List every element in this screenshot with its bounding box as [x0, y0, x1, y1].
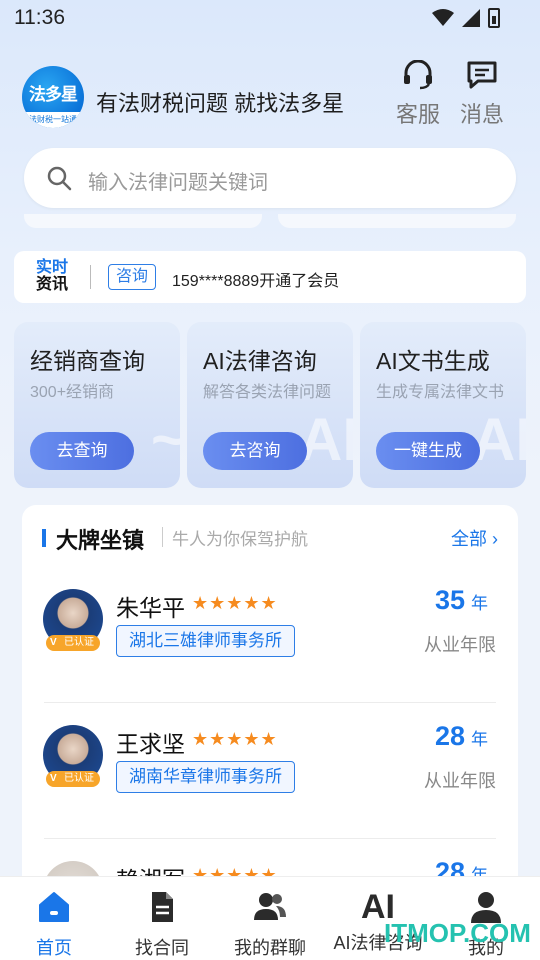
- card-title: AI文书生成: [376, 348, 490, 374]
- lawyer-item[interactable]: 已认证 王求坚 ★★★★★ 湖南华章律师事务所 28 年 从业年限: [22, 703, 518, 839]
- years-label: 从业年限: [424, 635, 496, 655]
- message-icon: [467, 61, 497, 89]
- verified-badge: 已认证: [46, 635, 100, 651]
- news-logo-line1: 实时: [36, 259, 69, 276]
- card-decoration: AI: [472, 406, 526, 473]
- app-slogan: 有法财税问题 就找法多星: [96, 91, 345, 116]
- battery-icon: [488, 8, 500, 28]
- law-firm-tag: 湖南华章律师事务所: [116, 761, 295, 793]
- section-subtitle: 牛人为你保驾护航: [172, 530, 308, 549]
- law-firm-tag: 湖北三雄律师事务所: [116, 625, 295, 657]
- section-title: 大牌坐镇: [56, 528, 145, 553]
- messages-label: 消息: [459, 102, 504, 127]
- tab-label: 我的群聊: [234, 938, 306, 958]
- ai-document-card[interactable]: AI AI文书生成 生成专属法律文书 一键生成: [360, 322, 526, 488]
- lawyer-name: 朱华平: [116, 595, 185, 621]
- logo-tagline: 法财税一站通: [22, 112, 84, 128]
- lawyer-item[interactable]: 已认证 朱华平 ★★★★★ 湖北三雄律师事务所 35 年 从业年限: [22, 567, 518, 703]
- news-divider: [90, 265, 91, 289]
- card-subtitle: 生成专属法律文书: [376, 384, 505, 401]
- status-bar: 11:36: [0, 0, 540, 36]
- customer-service-label: 客服: [395, 102, 440, 127]
- years-of-practice: 35 年: [435, 585, 488, 616]
- logo-text: 法多星: [29, 85, 78, 104]
- tab-label: 找合同: [135, 938, 189, 958]
- section-divider: [162, 527, 163, 547]
- rating-stars: ★★★★★: [192, 729, 278, 749]
- document-icon: [152, 892, 173, 922]
- search-placeholder: 输入法律问题关键词: [88, 172, 268, 194]
- verified-badge: 已认证: [46, 771, 100, 787]
- banner-edge-right: [278, 214, 516, 228]
- status-icons: [432, 8, 500, 28]
- section-accent-bar: [42, 529, 46, 547]
- wifi-icon: [432, 9, 454, 26]
- group-icon: [254, 893, 286, 920]
- rating-stars: ★★★★★: [192, 593, 278, 613]
- news-logo: 实时 资讯: [36, 259, 76, 293]
- years-value: 28: [434, 721, 465, 751]
- card-title: 经销商查询: [30, 348, 145, 374]
- banner-edge-left: [24, 214, 262, 228]
- tab-find-contract[interactable]: 找合同: [108, 889, 216, 960]
- app-header: 法多星 法财税一站通 有法财税问题 就找法多星 客服 消息: [22, 59, 518, 130]
- lawyer-name: 王求坚: [116, 731, 185, 757]
- chevron-right-icon: ›: [492, 529, 498, 549]
- search-icon: [47, 166, 72, 191]
- years-value: 35: [434, 585, 465, 615]
- card-decoration: AI: [299, 406, 353, 473]
- view-all-label: 全部: [450, 529, 487, 549]
- headset-icon: [404, 59, 432, 90]
- years-of-practice: 28 年: [435, 721, 488, 752]
- app-logo: 法多星 法财税一站通: [22, 66, 84, 128]
- tab-my-groups[interactable]: 我的群聊: [216, 889, 324, 960]
- signal-icon: [462, 9, 480, 27]
- card-subtitle: 300+经销商: [30, 384, 115, 401]
- news-logo-line2: 资讯: [36, 276, 69, 293]
- years-unit: 年: [471, 594, 488, 613]
- ai-legal-consult-card[interactable]: AI AI法律咨询 解答各类法律问题 去咨询: [187, 322, 353, 488]
- featured-lawyers-panel: 大牌坐镇 牛人为你保驾护航 全部 › 已认证 朱华平 ★★★★★ 湖北三雄律师事…: [22, 505, 518, 925]
- view-all-link[interactable]: 全部 ›: [451, 525, 498, 551]
- search-input[interactable]: 输入法律问题关键词: [24, 148, 516, 208]
- dealer-query-button[interactable]: 去查询: [30, 432, 134, 470]
- home-icon: [39, 892, 69, 922]
- watermark-text: ITMOP.COM: [384, 918, 531, 948]
- customer-service-button[interactable]: 客服: [394, 59, 442, 129]
- card-subtitle: 解答各类法律问题: [203, 384, 332, 401]
- news-text: 159****8889开通了会员: [172, 273, 340, 290]
- card-decoration: ~: [150, 406, 180, 473]
- years-unit: 年: [471, 730, 488, 749]
- tab-label: 首页: [36, 938, 72, 958]
- status-time: 11:36: [14, 6, 65, 29]
- news-ticker[interactable]: 实时 资讯 咨询 159****8889开通了会员: [14, 251, 526, 303]
- ai-consult-button[interactable]: 去咨询: [203, 432, 307, 470]
- card-title: AI法律咨询: [203, 348, 317, 374]
- messages-button[interactable]: 消息: [458, 60, 506, 129]
- dealer-query-card[interactable]: ~ 经销商查询 300+经销商 去查询: [14, 322, 180, 488]
- tab-home[interactable]: 首页: [0, 889, 108, 960]
- generate-document-button[interactable]: 一键生成: [376, 432, 480, 470]
- news-tag: 咨询: [108, 264, 157, 290]
- years-label: 从业年限: [424, 771, 496, 791]
